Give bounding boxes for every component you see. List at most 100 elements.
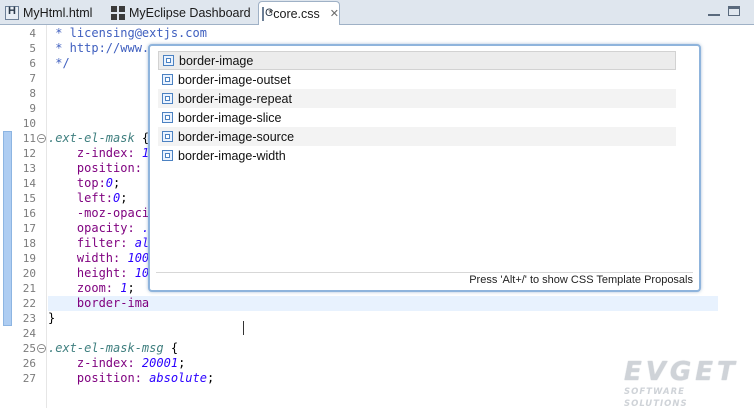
css-property-icon: [163, 55, 174, 66]
close-tab-icon[interactable]: ✕: [330, 7, 339, 20]
code-line[interactable]: position: absolute;: [48, 371, 718, 386]
punctuation: ;: [178, 356, 186, 370]
css-value: al: [127, 236, 150, 250]
proposal-footer-hint: Press 'Alt+/' to show CSS Template Propo…: [156, 272, 693, 288]
tab-label: MyHtml.html: [23, 6, 93, 20]
css-property: -moz-opaci: [48, 206, 150, 220]
css-property: top:: [48, 176, 106, 190]
proposal-item[interactable]: border-image-width: [158, 146, 676, 165]
css-property: z-index:: [48, 146, 135, 160]
fold-toggle-icon[interactable]: −: [37, 344, 46, 353]
proposal-label: border-image-source: [178, 129, 295, 144]
proposal-item[interactable]: border-image-outset: [158, 70, 676, 89]
code-line[interactable]: border-ima: [48, 296, 718, 311]
punctuation: ;: [127, 281, 135, 295]
code-line[interactable]: * licensing@extjs.com: [48, 26, 718, 41]
tab-myhtml[interactable]: MyHtml.html: [2, 1, 102, 25]
line-number: 21: [22, 282, 36, 295]
css-property: filter:: [48, 236, 128, 250]
code-line[interactable]: }: [48, 311, 718, 326]
css-value: 20001: [134, 356, 179, 370]
code-comment: * http://www.: [48, 41, 150, 55]
proposal-item[interactable]: border-image: [158, 51, 676, 70]
proposal-label: border-image: [179, 53, 254, 68]
css-value: 0: [105, 176, 114, 190]
css-property-icon: [162, 131, 173, 142]
css-property-icon: [162, 93, 173, 104]
tab-label: MyEclipse Dashboard: [129, 6, 251, 20]
css-property: z-index:: [48, 356, 135, 370]
minimize-icon[interactable]: [708, 6, 720, 16]
fold-toggle-icon[interactable]: −: [37, 134, 46, 143]
css-property: width:: [48, 251, 121, 265]
line-number: 12: [22, 147, 36, 160]
watermark-tagline: SOFTWARE SOLUTIONS: [624, 387, 688, 409]
line-number: 19: [22, 252, 36, 265]
proposal-label: border-image-width: [178, 148, 286, 163]
proposal-item[interactable]: border-image-repeat: [158, 89, 676, 108]
line-number: 11: [22, 132, 36, 145]
css-property: border-ima: [48, 296, 150, 310]
css-value: 100: [120, 251, 150, 265]
evget-watermark: EVGET SOFTWARE SOLUTIONS: [624, 357, 750, 409]
css-value: absolute: [141, 371, 207, 385]
line-number: 26: [22, 357, 36, 370]
css-value: 10: [127, 266, 150, 280]
code-comment: * licensing@extjs.com: [48, 26, 207, 40]
code-line[interactable]: .ext-el-mask-msg {: [48, 341, 718, 356]
css-property: position:: [48, 161, 142, 175]
css-property: zoom:: [48, 281, 114, 295]
proposal-label: border-image-slice: [178, 110, 282, 125]
line-number: 13: [22, 162, 36, 175]
content-assist-popup[interactable]: border-image border-image-outset border-…: [148, 44, 701, 292]
punctuation: {: [163, 341, 179, 355]
tab-label: *core.css: [268, 6, 320, 21]
html-file-icon: [5, 5, 19, 20]
css-value: .: [134, 221, 150, 235]
code-line[interactable]: z-index: 20001;: [48, 356, 718, 371]
line-number: 25: [22, 342, 36, 355]
punctuation: {: [134, 131, 150, 145]
css-value: 1: [113, 281, 128, 295]
text-cursor-icon: [243, 321, 250, 335]
dashboard-icon: [111, 6, 125, 20]
line-number: 16: [22, 207, 36, 220]
proposal-label: border-image-repeat: [178, 91, 292, 106]
css-property-icon: [162, 112, 173, 123]
css-property: position:: [48, 371, 142, 385]
css-file-icon: [262, 6, 275, 21]
code-comment: */: [48, 56, 70, 70]
line-number: 22: [22, 297, 36, 310]
line-number: 8: [29, 87, 36, 100]
css-selector: .ext-el-mask-msg: [48, 341, 164, 355]
punctuation: ;: [113, 176, 121, 190]
proposal-list[interactable]: border-image border-image-outset border-…: [158, 51, 676, 165]
maximize-icon[interactable]: [728, 6, 740, 16]
tab-core-css[interactable]: *core.css ✕: [258, 1, 340, 25]
line-number: 10: [22, 117, 36, 130]
punctuation: ;: [120, 191, 128, 205]
proposal-item[interactable]: border-image-slice: [158, 108, 676, 127]
line-number: 14: [22, 177, 36, 190]
line-number: 15: [22, 192, 36, 205]
line-number: 23: [22, 312, 36, 325]
code-line[interactable]: [48, 326, 718, 341]
line-number: 9: [29, 102, 36, 115]
css-selector: .ext-el-mask: [48, 131, 135, 145]
line-number: 17: [22, 222, 36, 235]
watermark-brand: EVGET: [624, 357, 739, 387]
css-value: 1: [134, 146, 150, 160]
line-number: 6: [29, 57, 36, 70]
tab-myeclipse-dashboard[interactable]: MyEclipse Dashboard: [108, 1, 256, 25]
css-property: left:: [48, 191, 114, 205]
proposal-item[interactable]: border-image-source: [158, 127, 676, 146]
line-number: 4: [29, 27, 36, 40]
line-number: 27: [22, 372, 36, 385]
css-property: height:: [48, 266, 128, 280]
punctuation: ;: [206, 371, 215, 385]
line-number: 18: [22, 237, 36, 250]
line-number: 5: [29, 42, 36, 55]
line-number: 7: [29, 72, 36, 85]
css-property-icon: [162, 74, 173, 85]
code-text: }: [48, 311, 56, 325]
